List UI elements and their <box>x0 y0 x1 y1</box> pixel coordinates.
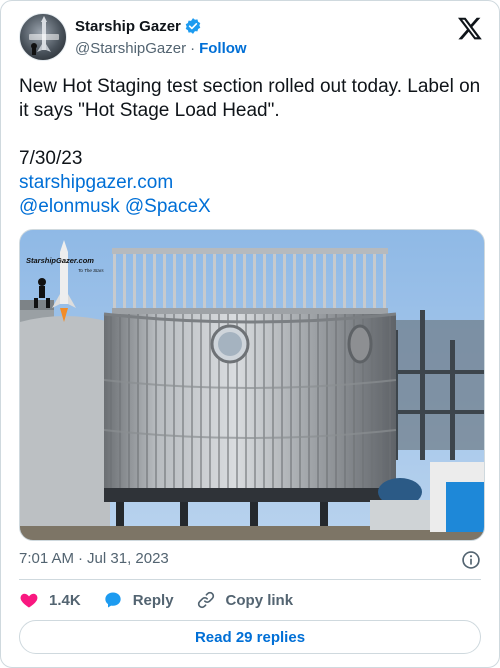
divider <box>19 579 481 580</box>
reply-button[interactable]: Reply <box>103 590 174 610</box>
like-count: 1.4K <box>49 591 81 609</box>
action-bar: 1.4K Reply Copy link <box>19 589 315 611</box>
author-handle-row: @StarshipGazer · Follow <box>75 40 247 57</box>
link-icon <box>197 591 214 609</box>
like-button[interactable]: 1.4K <box>19 590 81 610</box>
author-handle[interactable]: @StarshipGazer <box>75 40 186 57</box>
separator-dot: · <box>190 40 196 57</box>
watermark-title: StarshipGazer.com <box>26 256 94 265</box>
tweet-card: Starship Gazer @StarshipGazer · Follow N… <box>0 0 500 668</box>
tweet-mentions[interactable]: @elonmusk @SpaceX <box>19 195 481 219</box>
tweet-website-link[interactable]: starshipgazer.com <box>19 171 481 195</box>
x-logo-icon[interactable] <box>457 15 483 41</box>
tweet-header: Starship Gazer @StarshipGazer · Follow <box>19 13 485 63</box>
tweet-date-line: 7/30/23 <box>19 148 83 169</box>
info-icon[interactable] <box>461 550 481 570</box>
heart-icon <box>20 593 38 608</box>
author-name[interactable]: Starship Gazer <box>75 18 181 35</box>
speech-bubble-icon <box>105 592 121 608</box>
tweet-body: New Hot Staging test section rolled out … <box>19 75 481 219</box>
timestamp-separator: · <box>78 550 84 567</box>
verified-badge-icon <box>184 17 202 35</box>
reply-label: Reply <box>132 591 174 609</box>
copy-link-button[interactable]: Copy link <box>196 590 294 610</box>
tweet-text-line: New Hot Staging test section rolled out … <box>19 76 481 121</box>
copy-link-label: Copy link <box>225 591 294 609</box>
tweet-photo[interactable]: StarshipGazer.com To The Stars <box>19 229 485 541</box>
author-avatar[interactable] <box>19 13 67 61</box>
read-replies-button[interactable]: Read 29 replies <box>19 620 481 654</box>
tweet-date: Jul 31, 2023 <box>87 550 169 567</box>
tweet-time: 7:01 AM <box>19 550 75 567</box>
watermark-subtitle: To The Stars <box>78 268 104 273</box>
follow-button[interactable]: Follow <box>199 40 247 57</box>
author-name-row: Starship Gazer <box>75 17 202 35</box>
tweet-timestamp[interactable]: 7:01 AM · Jul 31, 2023 <box>19 550 169 567</box>
